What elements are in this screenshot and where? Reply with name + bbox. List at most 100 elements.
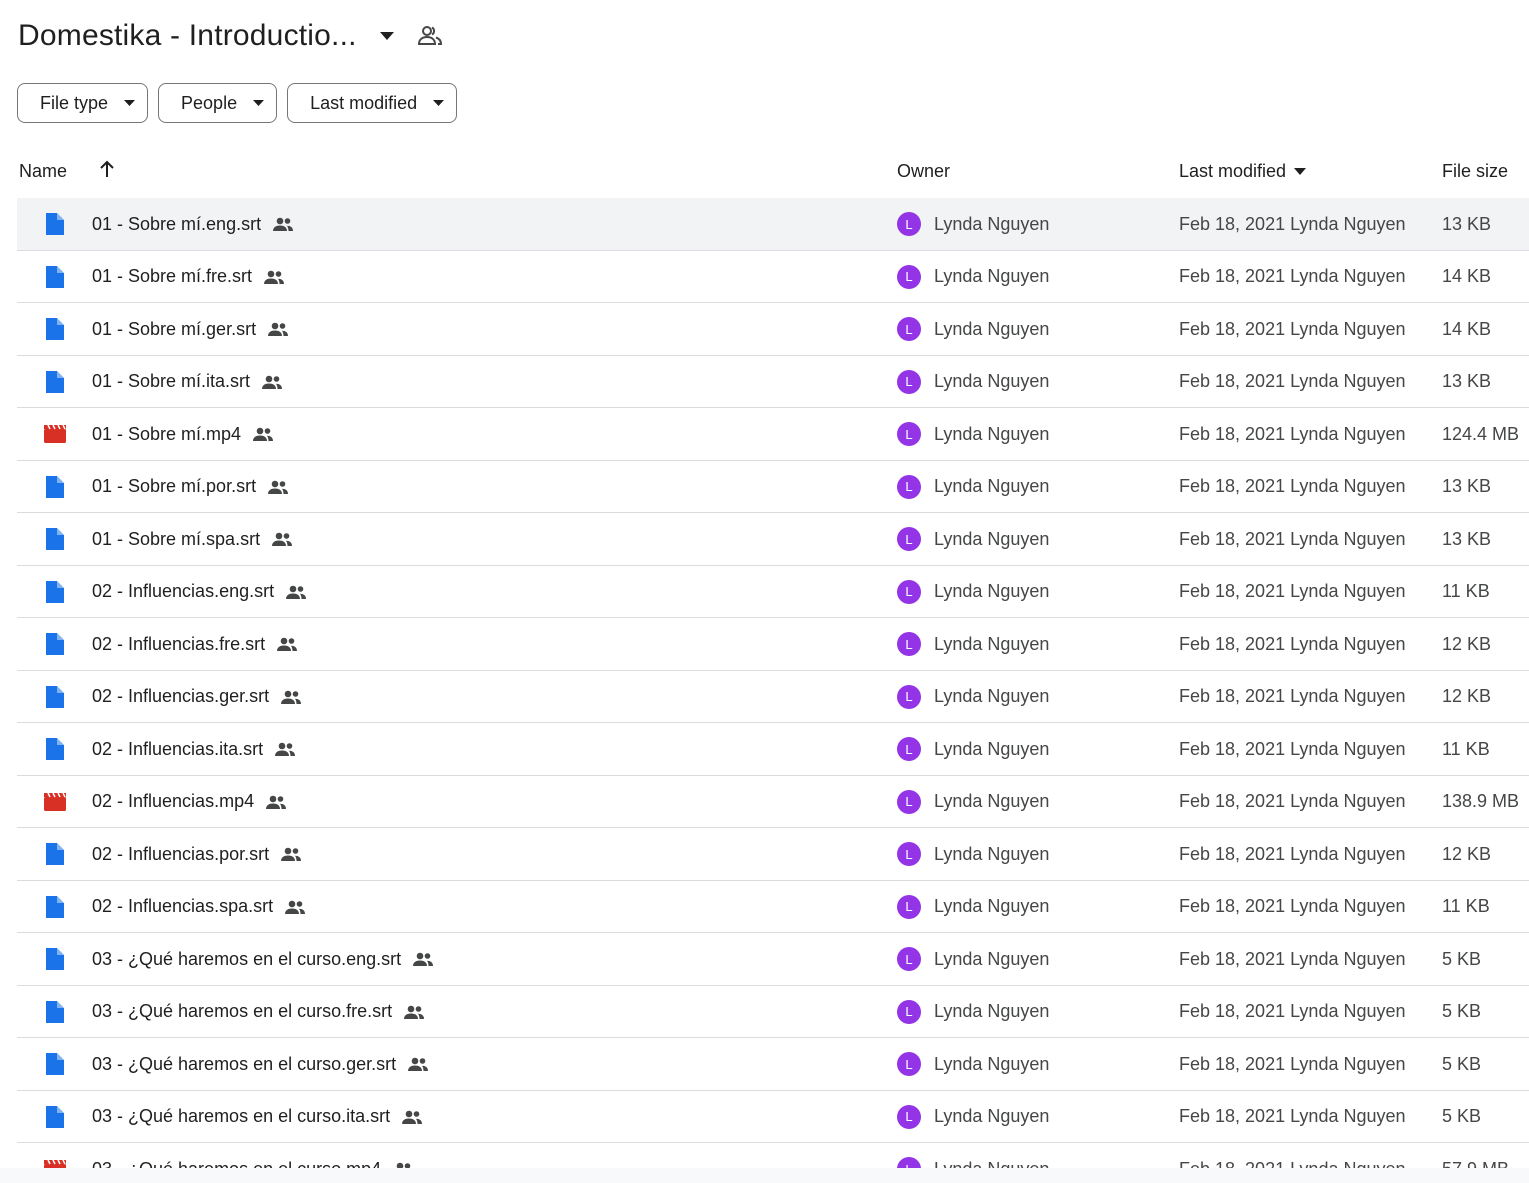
file-name: 02 - Influencias.fre.srt bbox=[92, 633, 266, 654]
file-row[interactable]: 02 - Influencias.ita.srt L Lynda Nguyen Feb… bbox=[17, 723, 1529, 776]
file-name-cell[interactable]: 03 - ¿Qué haremos en el curso.fre.srt bbox=[92, 986, 425, 1038]
owner-name: Lynda Nguyen bbox=[934, 266, 1050, 286]
owner-cell: L Lynda Nguyen bbox=[897, 408, 1049, 460]
owner-cell: L Lynda Nguyen bbox=[897, 513, 1049, 565]
shared-people-icon bbox=[401, 1110, 423, 1124]
file-row[interactable]: 01 - Sobre mí.mp4 L Lynda Nguyen Feb 18, 20… bbox=[17, 408, 1529, 461]
owner-avatar[interactable]: L bbox=[897, 1052, 921, 1076]
document-file-icon bbox=[44, 566, 66, 618]
file-name-cell[interactable]: 03 - ¿Qué haremos en el curso.eng.srt bbox=[92, 933, 434, 985]
file-name-cell[interactable]: 01 - Sobre mí.ita.srt bbox=[92, 356, 283, 408]
folder-menu-caret-icon[interactable] bbox=[375, 24, 399, 48]
owner-avatar[interactable]: L bbox=[897, 684, 921, 709]
last-modified-cell: Feb 18, 2021 Lynda Nguyen bbox=[1179, 213, 1406, 234]
owner-avatar[interactable]: L bbox=[897, 999, 921, 1024]
file-name-cell[interactable]: 02 - Influencias.eng.srt bbox=[92, 566, 307, 618]
owner-avatar[interactable]: L bbox=[897, 527, 921, 551]
file-name-cell[interactable]: 01 - Sobre mí.fre.srt bbox=[92, 251, 285, 303]
name-column-header[interactable]: Name bbox=[19, 161, 67, 182]
file-name-cell[interactable]: 02 - Influencias.fre.srt bbox=[92, 618, 298, 670]
file-name-cell[interactable]: 02 - Influencias.ita.srt bbox=[92, 723, 296, 775]
last-modified-filter[interactable]: Last modified bbox=[287, 83, 458, 123]
owner-avatar[interactable]: L bbox=[897, 632, 921, 656]
document-file-icon bbox=[44, 356, 66, 408]
owner-avatar[interactable]: L bbox=[897, 317, 921, 341]
file-name-cell[interactable]: 03 - ¿Qué haremos en el curso.ger.srt bbox=[92, 1038, 429, 1090]
owner-avatar[interactable]: L bbox=[897, 474, 921, 499]
file-row[interactable]: 01 - Sobre mí.eng.srt L Lynda Nguyen Feb 18… bbox=[17, 198, 1529, 251]
owner-column-header[interactable]: Owner bbox=[897, 161, 950, 182]
file-row[interactable]: 02 - Influencias.mp4 L Lynda Nguyen Feb 18,… bbox=[17, 776, 1529, 828]
file-name-cell[interactable]: 01 - Sobre mí.eng.srt bbox=[92, 198, 294, 250]
file-row[interactable]: 02 - Influencias.fre.srt L Lynda Nguyen Feb… bbox=[17, 618, 1529, 671]
people-filter[interactable]: People bbox=[158, 83, 278, 123]
file-name-cell[interactable]: 03 - ¿Qué haremos en el curso.mp4 bbox=[92, 1143, 414, 1168]
owner-cell: L Lynda Nguyen bbox=[897, 723, 1049, 775]
owner-avatar[interactable]: L bbox=[897, 947, 921, 971]
owner-avatar[interactable]: L bbox=[897, 422, 921, 446]
file-name: 01 - Sobre mí.fre.srt bbox=[92, 266, 253, 286]
owner-name: Lynda Nguyen bbox=[934, 1053, 1050, 1074]
file-size-column-header[interactable]: File size bbox=[1442, 161, 1508, 182]
owner-name: Lynda Nguyen bbox=[934, 528, 1050, 549]
last-modified-cell: Feb 18, 2021 Lynda Nguyen bbox=[1179, 843, 1406, 864]
file-row[interactable]: 01 - Sobre mí.ger.srt L Lynda Nguyen Feb 18… bbox=[17, 303, 1529, 356]
last-modified-cell: Feb 18, 2021 Lynda Nguyen bbox=[1179, 791, 1406, 811]
file-row[interactable]: 02 - Influencias.spa.srt L Lynda Nguyen Feb… bbox=[17, 881, 1529, 933]
folder-title[interactable]: Domestika - Introductio... bbox=[18, 19, 357, 53]
file-size-cell: 13 KB bbox=[1442, 213, 1492, 234]
last-modified-cell: Feb 18, 2021 Lynda Nguyen bbox=[1179, 528, 1406, 549]
file-name-cell[interactable]: 01 - Sobre mí.spa.srt bbox=[92, 513, 293, 565]
file-name-cell[interactable]: 02 - Influencias.por.srt bbox=[92, 828, 302, 880]
bottom-edge bbox=[0, 1168, 1529, 1183]
shared-people-icon bbox=[263, 270, 285, 284]
owner-cell: L Lynda Nguyen bbox=[897, 881, 1049, 933]
owner-avatar[interactable]: L bbox=[897, 1104, 921, 1129]
file-row[interactable]: 03 - ¿Qué haremos en el curso.eng.srt L Ly… bbox=[17, 933, 1529, 986]
owner-cell: L Lynda Nguyen bbox=[897, 356, 1049, 408]
file-name-cell[interactable]: 02 - Influencias.spa.srt bbox=[92, 881, 306, 933]
owner-name: Lynda Nguyen bbox=[934, 843, 1050, 864]
owner-avatar[interactable]: L bbox=[897, 842, 921, 866]
file-type-filter[interactable]: File type bbox=[17, 83, 149, 123]
file-name-cell[interactable]: 01 - Sobre mí.ger.srt bbox=[92, 303, 289, 355]
shared-folder-icon[interactable] bbox=[417, 23, 443, 49]
owner-avatar[interactable]: L bbox=[897, 789, 921, 814]
owner-avatar[interactable]: L bbox=[897, 579, 921, 604]
owner-avatar[interactable]: L bbox=[897, 737, 921, 761]
last-modified-column-header[interactable]: Last modified bbox=[1179, 161, 1307, 182]
file-name-cell[interactable]: 02 - Influencias.mp4 bbox=[92, 776, 287, 828]
sort-ascending-arrow-icon[interactable] bbox=[97, 159, 117, 179]
file-row[interactable]: 03 - ¿Qué haremos en el curso.ita.srt L Ly… bbox=[17, 1091, 1529, 1143]
file-row[interactable]: 01 - Sobre mí.spa.srt L Lynda Nguyen Feb 18… bbox=[17, 513, 1529, 566]
file-row[interactable]: 02 - Influencias.eng.srt L Lynda Nguyen Feb… bbox=[17, 566, 1529, 618]
file-row[interactable]: 02 - Influencias.ger.srt L Lynda Nguyen Feb… bbox=[17, 671, 1529, 723]
owner-avatar[interactable]: L bbox=[897, 1157, 921, 1168]
file-name: 02 - Influencias.ita.srt bbox=[92, 738, 264, 759]
file-row[interactable]: 03 - ¿Qué haremos en el curso.mp4 L Lynda … bbox=[17, 1143, 1529, 1168]
owner-avatar[interactable]: L bbox=[897, 369, 921, 394]
file-row[interactable]: 02 - Influencias.por.srt L Lynda Nguyen Feb… bbox=[17, 828, 1529, 881]
file-name-cell[interactable]: 01 - Sobre mí.por.srt bbox=[92, 461, 289, 513]
file-row[interactable]: 01 - Sobre mí.por.srt L Lynda Nguyen Feb 18… bbox=[17, 461, 1529, 513]
file-row[interactable]: 01 - Sobre mí.ita.srt L Lynda Nguyen Feb 18… bbox=[17, 356, 1529, 408]
file-name: 01 - Sobre mí.por.srt bbox=[92, 476, 257, 496]
shared-people-icon bbox=[412, 952, 434, 966]
file-name-cell[interactable]: 02 - Influencias.ger.srt bbox=[92, 671, 302, 723]
file-size-cell: 5 KB bbox=[1442, 1001, 1482, 1021]
document-file-icon bbox=[44, 198, 66, 250]
file-name-cell[interactable]: 01 - Sobre mí.mp4 bbox=[92, 408, 274, 460]
owner-avatar[interactable]: L bbox=[897, 894, 921, 919]
file-row[interactable]: 01 - Sobre mí.fre.srt L Lynda Nguyen Feb 18… bbox=[17, 251, 1529, 303]
last-modified-cell: Feb 18, 2021 Lynda Nguyen bbox=[1179, 1143, 1406, 1169]
owner-avatar[interactable]: L bbox=[897, 212, 921, 236]
file-row[interactable]: 03 - ¿Qué haremos en el curso.fre.srt L Ly… bbox=[17, 986, 1529, 1038]
document-file-icon bbox=[44, 1091, 66, 1143]
file-row[interactable]: 03 - ¿Qué haremos en el curso.ger.srt L Ly… bbox=[17, 1038, 1529, 1091]
shared-people-icon bbox=[261, 375, 283, 389]
file-size-cell: 138.9 MB bbox=[1442, 791, 1520, 811]
owner-cell: L Lynda Nguyen bbox=[897, 566, 1049, 618]
owner-avatar[interactable]: L bbox=[897, 264, 921, 289]
file-name-cell[interactable]: 03 - ¿Qué haremos en el curso.ita.srt bbox=[92, 1091, 423, 1143]
file-size-cell: 124.4 MB bbox=[1442, 423, 1520, 444]
